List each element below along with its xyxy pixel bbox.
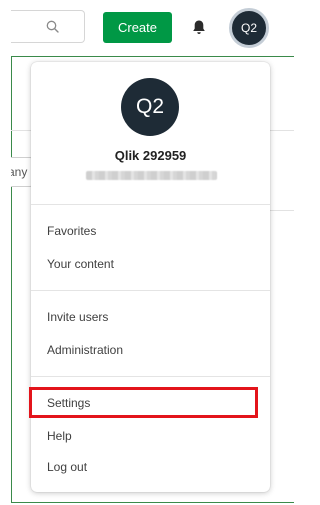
menu-item-log-out[interactable]: Log out: [31, 452, 270, 482]
background-filter-field[interactable]: any: [11, 157, 33, 187]
create-button[interactable]: Create: [103, 12, 172, 43]
menu-item-label: Invite users: [47, 310, 109, 324]
search-icon[interactable]: [45, 19, 61, 35]
user-avatar-button[interactable]: Q2: [229, 8, 269, 48]
menu-divider: [31, 204, 270, 205]
menu-item-favorites[interactable]: Favorites: [31, 216, 270, 246]
background-divider: [269, 130, 294, 131]
top-bar-border: [11, 56, 294, 57]
menu-item-administration[interactable]: Administration: [31, 335, 270, 365]
menu-item-label: Log out: [47, 460, 88, 474]
menu-divider: [31, 376, 270, 377]
menu-item-your-content[interactable]: Your content: [31, 249, 270, 279]
menu-item-label: Favorites: [47, 224, 97, 238]
avatar-initials: Q2: [135, 95, 164, 118]
background-filter-text: any: [11, 165, 28, 179]
menu-item-label: Your content: [47, 257, 114, 271]
menu-item-invite-users[interactable]: Invite users: [31, 302, 270, 332]
menu-divider: [31, 290, 270, 291]
user-menu: Q2 Qlik 292959 Favorites Your content In…: [31, 62, 270, 492]
menu-item-label: Settings: [47, 396, 91, 410]
background-divider: [11, 130, 32, 131]
avatar-initials: Q2: [240, 21, 257, 35]
background-divider: [269, 210, 294, 211]
user-name: Qlik 292959: [114, 148, 187, 163]
menu-item-settings[interactable]: Settings: [31, 388, 270, 418]
menu-item-label: Administration: [47, 343, 124, 357]
user-avatar: Q2: [121, 78, 179, 136]
bell-icon[interactable]: [191, 19, 207, 36]
menu-item-help[interactable]: Help: [31, 421, 270, 451]
user-email-redacted: [86, 171, 217, 180]
menu-item-label: Help: [47, 429, 72, 443]
